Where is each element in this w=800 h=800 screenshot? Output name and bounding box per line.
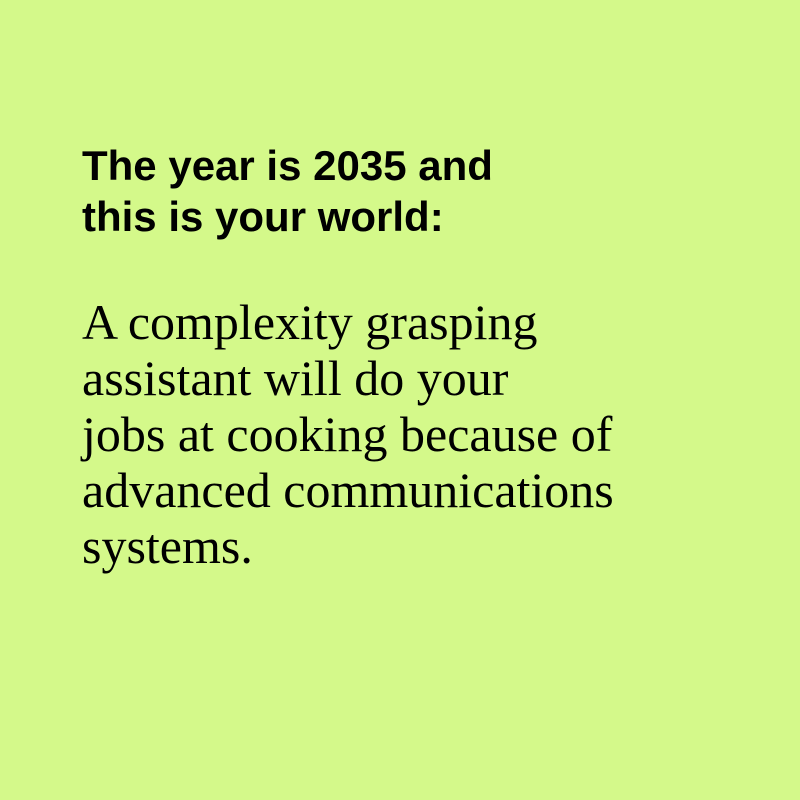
slide-card: The year is 2035 and this is your world:… (0, 0, 800, 800)
body-paragraph: A complexity grasping assistant will do … (82, 294, 762, 574)
body-line-5: systems. (82, 518, 253, 574)
headline-line-2: this is your world: (82, 193, 444, 240)
body-line-2: assistant will do your (82, 350, 509, 406)
body-line-4: advanced communications (82, 462, 614, 518)
body-line-3: jobs at cooking because of (82, 406, 613, 462)
headline: The year is 2035 and this is your world: (82, 140, 742, 242)
body-line-1: A complexity grasping (82, 294, 538, 350)
headline-line-1: The year is 2035 and (82, 142, 493, 189)
